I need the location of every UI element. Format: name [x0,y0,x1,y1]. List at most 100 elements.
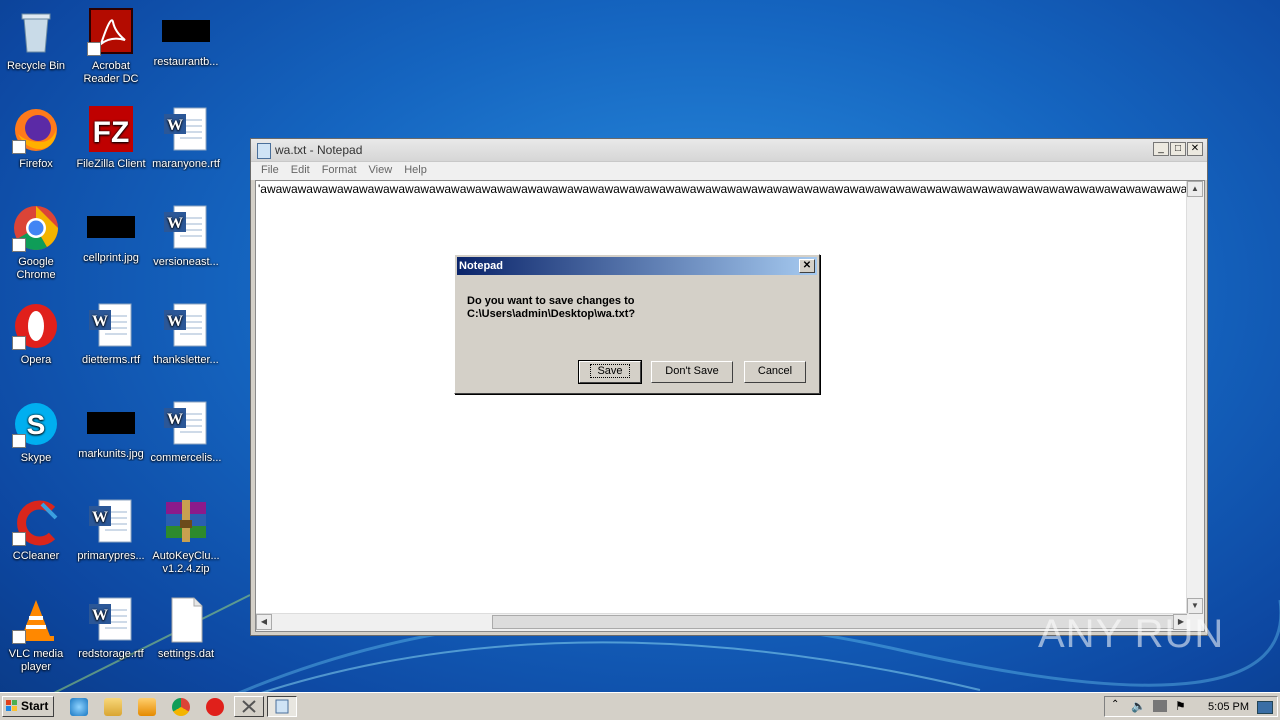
svg-text:W: W [92,313,108,330]
minimize-button[interactable]: _ [1153,142,1169,156]
taskbar: Start ⌃ 🔈 ⚑ 5:05 PM [0,692,1280,720]
explorer-folder-icon[interactable] [104,698,122,716]
dialog-message: Do you want to save changes to C:\Users\… [467,295,635,321]
opera-taskbar-icon[interactable] [206,698,224,716]
desktop-icon-maranyone[interactable]: W maranyone.rtf [148,106,224,171]
desktop-icon-markunits[interactable]: markunits.jpg [73,400,149,461]
desktop-icon-acrobat[interactable]: Acrobat Reader DC [73,8,149,86]
blank-file-icon [162,596,210,644]
dialog-message-line1: Do you want to save changes to [467,295,635,307]
svg-text:W: W [167,215,183,232]
shortcut-arrow-icon [12,238,26,252]
desktop-icon-redstorage[interactable]: W redstorage.rtf [73,596,149,661]
scroll-left-arrow-icon[interactable]: ◀ [256,614,272,630]
tool-app-icon [242,700,256,713]
ie-icon[interactable] [70,698,88,716]
svg-text:W: W [92,607,108,624]
show-desktop-icon[interactable] [1257,701,1273,714]
recycle-bin-icon [12,8,60,56]
word-document-icon: W [162,106,210,154]
network-icon[interactable] [1153,700,1167,712]
dont-save-button[interactable]: Don't Save [651,361,733,383]
shortcut-arrow-icon [12,336,26,350]
skype-icon: S [12,400,60,448]
menu-file[interactable]: File [255,162,285,180]
chrome-taskbar-icon[interactable] [172,698,190,716]
save-button[interactable]: Save [578,360,642,384]
svg-text:W: W [92,509,108,526]
chrome-icon [12,204,60,252]
notepad-title: wa.txt - Notepad [275,143,363,157]
menu-help[interactable]: Help [398,162,433,180]
notepad-content: 'awawawawawawawawawawawawawawawawawawawa… [258,182,1204,196]
shortcut-arrow-icon [12,532,26,546]
firefox-icon [12,106,60,154]
shortcut-arrow-icon [12,140,26,154]
vlc-cone-icon [12,596,60,644]
vertical-scrollbar[interactable]: ▲ ▼ [1186,181,1204,614]
ccleaner-icon [12,498,60,546]
desktop-icon-dietterms[interactable]: W dietterms.rtf [73,302,149,367]
desktop-icon-ccleaner[interactable]: CCleaner [0,498,74,563]
dialog-close-icon[interactable]: ✕ [799,259,815,273]
taskbar-notepad-button[interactable] [267,696,297,717]
svg-text:W: W [167,313,183,330]
notepad-taskbar-icon [275,699,289,714]
dialog-title: Notepad [459,260,503,272]
scroll-up-arrow-icon[interactable]: ▲ [1187,181,1203,197]
desktop-icon-google-chrome[interactable]: Google Chrome [0,204,74,282]
redacted-thumbnail [87,412,135,434]
desktop-icon-opera[interactable]: Opera [0,302,74,367]
shortcut-arrow-icon [12,630,26,644]
dialog-message-line2: C:\Users\admin\Desktop\wa.txt? [467,308,636,320]
notepad-titlebar[interactable]: wa.txt - Notepad _ □ ✕ [251,139,1207,162]
word-document-icon: W [162,302,210,350]
desktop-icon-autokeyclu[interactable]: AutoKeyClu... v1.2.4.zip [148,498,224,576]
close-button[interactable]: ✕ [1187,142,1203,156]
desktop-icon-restaurantb[interactable]: restaurantb... [148,8,224,69]
volume-icon[interactable]: 🔈 [1131,699,1146,713]
desktop-icon-thanksletter[interactable]: W thanksletter... [148,302,224,367]
menu-edit[interactable]: Edit [285,162,316,180]
menu-format[interactable]: Format [316,162,363,180]
redacted-thumbnail [87,216,135,238]
desktop-icon-versioneast[interactable]: W versioneast... [148,204,224,269]
redacted-thumbnail [162,20,210,42]
desktop-icon-cellprint[interactable]: cellprint.jpg [73,204,149,265]
opera-icon [12,302,60,350]
winrar-archive-icon [162,498,210,546]
desktop-icon-recycle-bin[interactable]: Recycle Bin [0,8,74,73]
desktop-icon-commercelis[interactable]: W commercelis... [148,400,224,465]
menu-view[interactable]: View [363,162,399,180]
taskbar-app-button[interactable] [234,696,264,717]
cancel-button[interactable]: Cancel [744,361,806,383]
filezilla-icon: FZ [87,106,135,154]
desktop-icon-settings-dat[interactable]: settings.dat [148,596,224,661]
action-center-flag-icon[interactable]: ⚑ [1175,699,1186,713]
word-document-icon: W [87,302,135,350]
svg-text:W: W [167,117,183,134]
svg-text:S: S [27,409,46,440]
save-changes-dialog[interactable]: Notepad ✕ Do you want to save changes to… [454,254,820,394]
word-document-icon: W [87,498,135,546]
system-tray: ⌃ 🔈 ⚑ 5:05 PM [1104,696,1278,717]
desktop-icon-vlc[interactable]: VLC media player [0,596,74,674]
taskbar-clock[interactable]: 5:05 PM [1208,701,1249,713]
windows-logo-icon [6,700,17,711]
word-document-icon: W [162,204,210,252]
desktop-icon-filezilla[interactable]: FZ FileZilla Client [73,106,149,171]
svg-text:W: W [167,411,183,428]
desktop-icon-skype[interactable]: S Skype [0,400,74,465]
anyrun-watermark: ANY RUN [1038,612,1225,656]
show-hidden-icons-chevron-icon[interactable]: ⌃ [1111,699,1119,710]
start-button[interactable]: Start [2,696,54,717]
desktop-icon-primarypres[interactable]: W primarypres... [73,498,149,563]
desktop-icon-firefox[interactable]: Firefox [0,106,74,171]
word-document-icon: W [162,400,210,448]
media-player-icon[interactable] [138,698,156,716]
word-document-icon: W [87,596,135,644]
notepad-text-area[interactable]: 'awawawawawawawawawawawawawawawawawawawa… [255,180,1205,632]
dialog-titlebar[interactable]: Notepad ✕ [457,257,817,275]
maximize-button[interactable]: □ [1170,142,1186,156]
shortcut-arrow-icon [87,42,101,56]
